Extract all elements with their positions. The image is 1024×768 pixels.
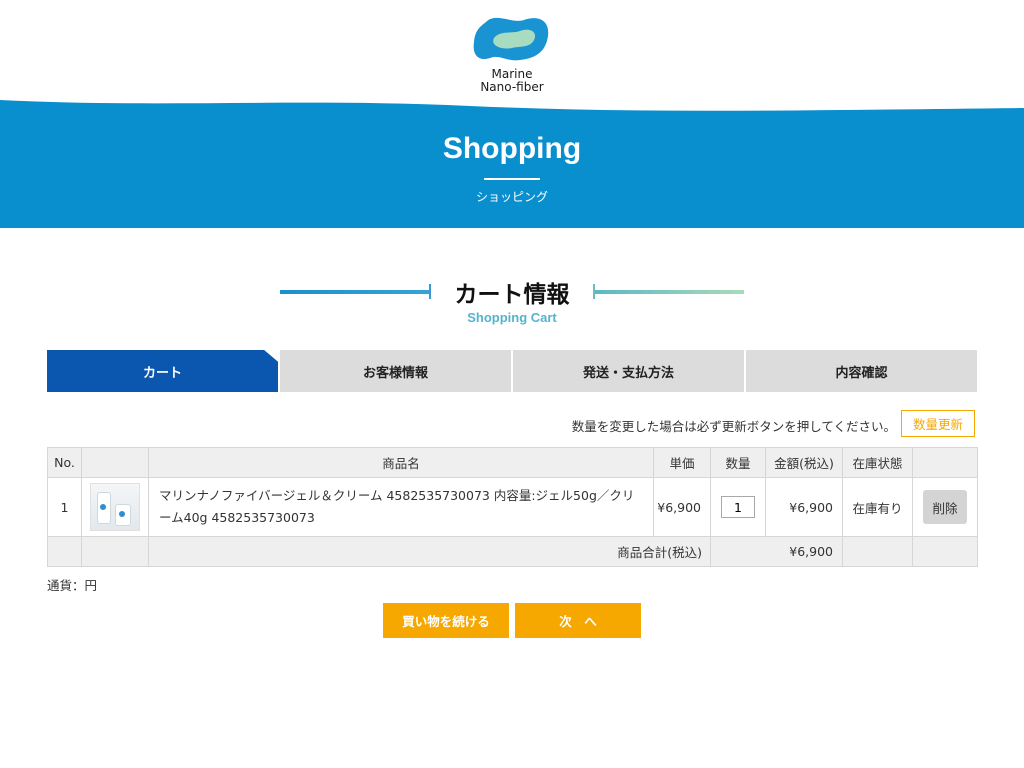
- quantity-input[interactable]: [721, 496, 755, 518]
- wave-logo-icon: [473, 17, 549, 61]
- hero-underline: [484, 178, 540, 180]
- row-no: 1: [47, 477, 82, 537]
- section-subtitle: Shopping Cart: [467, 310, 557, 325]
- row-image-cell: [81, 477, 149, 537]
- row-amount: ¥6,900: [765, 477, 843, 537]
- header-product-name: 商品名: [148, 447, 654, 478]
- total-row: 商品合計(税込) ¥6,900: [47, 536, 978, 567]
- total-empty-2: [81, 536, 149, 567]
- delete-button[interactable]: 削除: [923, 490, 967, 524]
- header-quantity: 数量: [710, 447, 766, 478]
- header-no: No.: [47, 447, 82, 478]
- header-image: [81, 447, 149, 478]
- row-stock-status: 在庫有り: [842, 477, 913, 537]
- header-amount: 金額(税込): [765, 447, 843, 478]
- total-value: ¥6,900: [710, 536, 843, 567]
- currency-note: 通貨：円: [47, 578, 98, 593]
- section-title: カート情報: [454, 282, 570, 308]
- product-thumbnail-icon[interactable]: [90, 483, 140, 531]
- row-product-name: マリンナノファイバージェル＆クリーム 4582535730073 内容量:ジェル…: [148, 477, 654, 537]
- checkout-steps: カート お客様情報 発送・支払方法 内容確認: [47, 350, 977, 392]
- hero-title: Shopping: [442, 132, 582, 165]
- total-empty-3: [842, 536, 913, 567]
- hero-subtitle: ショッピング: [475, 190, 548, 204]
- total-label: 商品合計(税込): [148, 536, 711, 567]
- table-header-row: No. 商品名 単価 数量 金額(税込) 在庫状態: [47, 447, 978, 478]
- row-quantity-cell: [710, 477, 766, 537]
- continue-shopping-button[interactable]: 買い物を続ける: [383, 603, 509, 638]
- next-button[interactable]: 次 へ: [515, 603, 641, 638]
- header-unit-price: 単価: [653, 447, 711, 478]
- row-unit-price: ¥6,900: [653, 477, 711, 537]
- row-action-cell: 削除: [912, 477, 978, 537]
- header-action: [912, 447, 978, 478]
- brand-logo[interactable]: Marine Nano-fiber: [462, 14, 562, 98]
- total-empty-4: [912, 536, 978, 567]
- cart-table: No. 商品名 単価 数量 金額(税込) 在庫状態 1 マリンナノファイバージェ…: [47, 447, 978, 567]
- step-shipping-payment: 発送・支払方法: [513, 350, 744, 392]
- header-stock: 在庫状態: [842, 447, 913, 478]
- update-notice: 数量を変更した場合は必ず更新ボタンを押してください。: [571, 419, 896, 434]
- step-confirm: 内容確認: [746, 350, 977, 392]
- step-customer-info: お客様情報: [280, 350, 511, 392]
- update-quantity-button[interactable]: 数量更新: [901, 410, 975, 437]
- table-row: 1 マリンナノファイバージェル＆クリーム 4582535730073 内容量:ジ…: [47, 477, 978, 537]
- step-cart: カート: [47, 350, 278, 392]
- logo-text-line2: Nano-fiber: [480, 80, 544, 94]
- total-empty-1: [47, 536, 82, 567]
